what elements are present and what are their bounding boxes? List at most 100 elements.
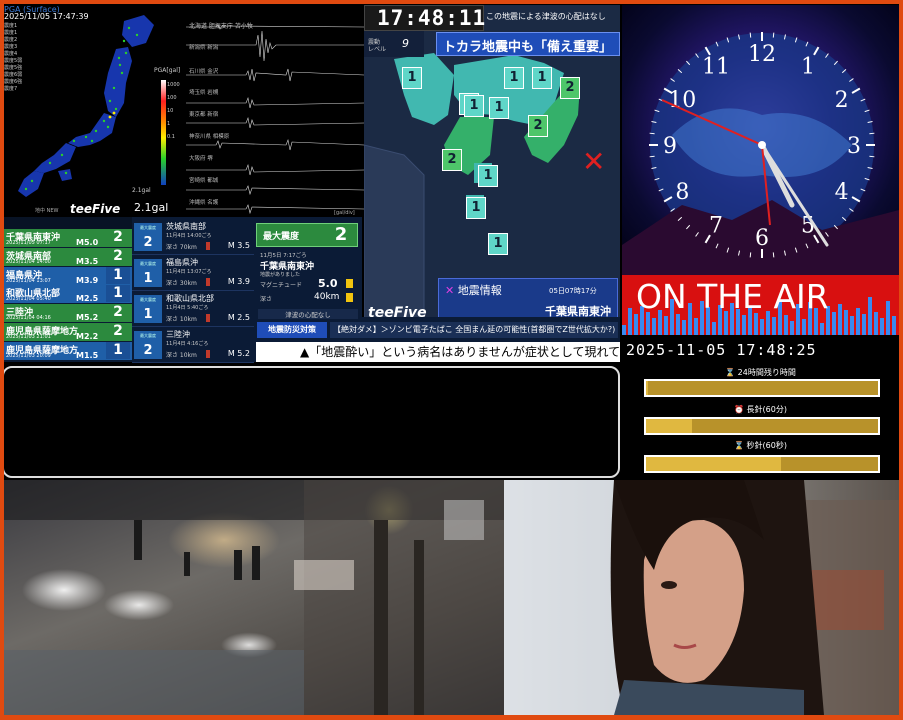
earthquake-list-row: 鹿児島県薩摩地方 2025/11/03 21:01 M2.2 2 bbox=[4, 323, 132, 341]
spectrum-bar bbox=[886, 301, 890, 335]
earthquake-info-title: ✕ 地震情報 bbox=[445, 282, 502, 298]
intensity-badge: 最大震度 2 bbox=[134, 223, 162, 251]
spectrum-bar bbox=[862, 314, 866, 335]
clock-number: 12 bbox=[748, 42, 776, 67]
earthquake-intensity: 2 bbox=[106, 304, 130, 322]
pga-timestamp: 2025/11/05 17:47:39 bbox=[4, 12, 89, 21]
earthquake-magnitude: M5.0 bbox=[76, 238, 99, 247]
max-intensity-value: 2 bbox=[334, 224, 348, 245]
street-live-camera bbox=[4, 480, 504, 715]
time-progress-panel: ⌛ 24時間残り時間 ⏰ 長針(60分) ⌛ 秒針(60秒) bbox=[622, 365, 899, 477]
intensity-marker: 1 bbox=[464, 95, 484, 117]
spectrum-bar bbox=[628, 308, 632, 335]
station-label: 石川県 金沢 bbox=[189, 69, 219, 75]
earthquake-magnitude: M3.9 bbox=[76, 275, 99, 285]
earthquake-intensity: 2 bbox=[106, 229, 130, 246]
pga-unit: PGA[gal] bbox=[154, 67, 181, 74]
spectrum-bar bbox=[856, 308, 860, 335]
card-depth: 深さ 10km bbox=[166, 352, 197, 359]
spectrum-bar bbox=[760, 319, 764, 335]
earthquake-date: 2025/11/04 05:40 bbox=[6, 296, 51, 303]
intensity-badge: 最大震度 1 bbox=[134, 259, 162, 287]
earthquake-card: 最大震度 2 茨城県南部 11月4日 14:00ごろ 深さ 70km M 3.5 bbox=[132, 219, 254, 255]
pga-legend-item: 震度1 bbox=[4, 30, 18, 36]
pga-legend-item: 震度6弱 bbox=[4, 72, 23, 78]
earthquake-date: 2025/11/04 04:16 bbox=[6, 315, 51, 322]
earthquake-date: 2025/11/03 21:01 bbox=[6, 334, 51, 340]
earthquake-list-row: 和歌山県北部 2025/11/04 05:40 M2.5 1 bbox=[4, 285, 132, 304]
clock-tick bbox=[869, 155, 875, 158]
earthquake-list-row: 千葉県南東沖 2025/11/05 07:17 M5.0 2 bbox=[4, 229, 132, 247]
clock-tick bbox=[649, 155, 655, 158]
earthquake-intensity: 1 bbox=[106, 285, 130, 303]
intensity-badge-value: 2 bbox=[143, 235, 153, 250]
card-depth-marker bbox=[206, 278, 210, 286]
earthquake-list-header bbox=[4, 217, 132, 229]
earthquake-list-row: 鹿児島県薩摩地方 2025/11/03 20:09 M1.5 1 bbox=[4, 341, 132, 360]
card-date: 11月4日 4:16ごろ bbox=[166, 341, 209, 347]
epicenter-x-icon: ✕ bbox=[582, 145, 606, 178]
card-place: 和歌山県北部 bbox=[166, 294, 214, 303]
progress-label-second: ⌛ 秒針(60秒) bbox=[734, 441, 787, 450]
station-label: 新潟県 新潟 bbox=[189, 45, 219, 51]
depth-marker bbox=[346, 293, 353, 302]
clock-number: 8 bbox=[675, 180, 689, 205]
clock-number: 4 bbox=[835, 180, 849, 205]
clock-number: 3 bbox=[847, 134, 861, 159]
earthquake-cards: 最大震度 2 茨城県南部 11月4日 14:00ごろ 深さ 70km M 3.5 最大震度 1… bbox=[132, 217, 254, 363]
intensity-badge-label: 最大震度 bbox=[140, 297, 156, 302]
max-intensity-panel: 最大震度 2 11月5日 7:17ごろ 千葉県南東沖 地震がありました マグニチ… bbox=[254, 217, 362, 317]
pga-max-small: 2.1gal bbox=[132, 187, 151, 194]
clock-tick bbox=[772, 252, 775, 258]
progress-fill bbox=[646, 457, 781, 471]
spectrum-bar bbox=[712, 322, 716, 335]
earthquake-info-box: ✕ 地震情報 05日07時17分 千葉県南東沖 bbox=[438, 278, 618, 320]
card-place: 福島県沖 bbox=[166, 258, 198, 267]
pga-tick: 1 bbox=[167, 121, 171, 127]
pga-legend-item: 震度7 bbox=[4, 86, 18, 92]
card-depth: 深さ 30km bbox=[166, 280, 197, 287]
intensity-marker: 1 bbox=[532, 67, 552, 89]
spectrum-bar bbox=[874, 312, 878, 335]
shaking-level-label: 震動 レベル bbox=[368, 39, 387, 53]
clock-number: 7 bbox=[709, 214, 723, 239]
pga-scale-ticks: 1000 100 10 1 0.1 bbox=[167, 79, 180, 144]
spectrum-bar bbox=[634, 314, 638, 335]
pga-tick: 1000 bbox=[167, 82, 180, 88]
earthquake-intensity: 1 bbox=[106, 266, 130, 284]
datetime-bar: 2025-11-05 17:48:25 bbox=[622, 335, 899, 365]
card-place: 三陸沖 bbox=[166, 330, 190, 339]
clock-number: 9 bbox=[663, 134, 677, 159]
clock-tick bbox=[649, 132, 655, 135]
pga-color-scale bbox=[161, 80, 166, 185]
spectrum-bar bbox=[664, 316, 668, 335]
spectrum-bar bbox=[772, 317, 776, 335]
spectrum-bar bbox=[784, 315, 788, 335]
earthquake-magnitude: M2.2 bbox=[76, 332, 99, 341]
progress-fill bbox=[646, 419, 693, 433]
intensity-marker: 1 bbox=[466, 197, 486, 219]
spectrum-bar bbox=[754, 313, 758, 335]
clock-tick bbox=[869, 132, 875, 135]
card-place: 茨城県南部 bbox=[166, 222, 206, 231]
clock-tick bbox=[772, 32, 775, 38]
progress-label-day: ⌛ 24時間残り時間 bbox=[725, 368, 796, 377]
spectrum-bar bbox=[892, 316, 896, 335]
pga-map-panel: PGA (Surface) 2025/11/05 17:47:39 震度1 震度… bbox=[4, 5, 184, 217]
pga-legend-item: 震度4 bbox=[4, 51, 18, 57]
pga-legend-item: 震度2 bbox=[4, 37, 18, 43]
magnitude-marker bbox=[346, 279, 353, 288]
progress-bar-second bbox=[644, 455, 880, 473]
shaking-level-box: 震動 レベル 9 bbox=[364, 31, 424, 57]
video-feed-person bbox=[504, 480, 899, 715]
intensity-badge-value: 2 bbox=[143, 343, 153, 358]
analog-clock-face: 12 1234567891011 bbox=[622, 32, 899, 275]
clock-icon: ⏰ bbox=[734, 405, 744, 414]
pga-legend-item: 震度1 bbox=[4, 23, 18, 29]
spectrum-bar bbox=[880, 318, 884, 335]
hourglass-icon: ⌛ bbox=[734, 441, 744, 450]
regional-intensity-map: 17:48:11 この地震による津波の心配はなし 震動 レベル 9 トカラ地震中… bbox=[364, 5, 620, 323]
card-depth: 深さ 70km bbox=[166, 244, 197, 251]
tsunami-note: この地震による津波の心配はなし bbox=[486, 12, 606, 21]
intensity-badge-label: 最大震度 bbox=[140, 225, 156, 230]
